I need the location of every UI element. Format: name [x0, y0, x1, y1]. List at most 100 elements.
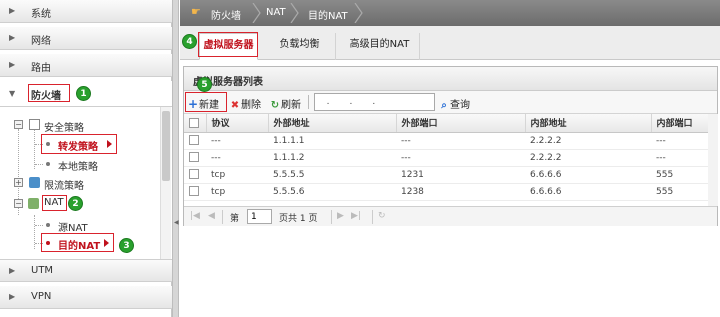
cell-external-ip: 5.5.5.5: [268, 166, 396, 184]
bullet-icon: [46, 223, 50, 227]
row-checkbox[interactable]: [189, 152, 199, 163]
table-row[interactable]: --- 1.1.1.1 --- 2.2.2.2 ---: [184, 132, 717, 150]
collapse-toggle-icon[interactable]: −: [14, 120, 23, 129]
cell-protocol: ---: [206, 132, 268, 150]
nav-section-label: 网络: [31, 36, 51, 47]
nav-section-network[interactable]: ▶ 网络: [0, 27, 172, 50]
row-checkbox[interactable]: [189, 135, 199, 146]
table-row[interactable]: tcp 5.5.5.5 1231 6.6.6.6 555: [184, 166, 717, 184]
step-badge-1: 1: [76, 86, 91, 101]
nav-section-label: 系统: [31, 9, 51, 20]
breadcrumb-separator-icon: [252, 3, 261, 23]
nav-section-label: UTM: [31, 265, 54, 276]
column-header-external-ip[interactable]: 外部地址: [268, 114, 397, 133]
step-badge-3: 3: [119, 238, 134, 253]
refresh-button[interactable]: ↻ 刷新: [270, 96, 301, 111]
next-page-icon[interactable]: ▶: [337, 211, 344, 221]
collapse-toggle-icon[interactable]: −: [14, 199, 23, 208]
cell-internal-ip: 6.6.6.6: [525, 183, 651, 201]
splitter-grip-icon: ◀: [174, 219, 179, 226]
cell-internal-ip: 2.2.2.2: [525, 149, 651, 167]
breadcrumb-item-nat[interactable]: NAT: [266, 7, 286, 18]
table-row[interactable]: tcp 5.5.5.6 1238 6.6.6.6 555: [184, 183, 717, 201]
cell-internal-port: 555: [651, 183, 717, 201]
cell-external-port: 1231: [396, 166, 525, 184]
tab-advanced-dest-nat[interactable]: 高级目的NAT: [340, 33, 420, 60]
highlight-box-nat: [42, 195, 67, 211]
tree-item-rate-limit[interactable]: 限流策略: [44, 177, 84, 192]
select-all-cell[interactable]: [184, 114, 207, 133]
tab-bar: 虚拟服务器 负载均衡 高级目的NAT 4: [180, 26, 720, 60]
column-header-internal-ip[interactable]: 内部地址: [525, 114, 652, 133]
expand-toggle-icon[interactable]: +: [14, 178, 23, 187]
prev-page-icon[interactable]: ◀: [208, 211, 215, 221]
page-suffix: 页共 1 页: [279, 214, 318, 224]
delete-button[interactable]: ✖ 删除: [230, 96, 261, 111]
breadcrumb-item-firewall[interactable]: 防火墙: [211, 7, 241, 22]
cell-external-port: ---: [396, 149, 525, 167]
nat-icon: [28, 198, 39, 209]
cell-protocol: tcp: [206, 183, 268, 201]
list-title-bar: 虚拟服务器列表: [184, 67, 717, 91]
step-badge-2: 2: [68, 196, 83, 211]
column-header-external-port[interactable]: 外部端口: [396, 114, 526, 133]
collapse-arrow-icon: ▼: [9, 89, 16, 98]
search-button[interactable]: ⌕ 查询: [439, 96, 470, 111]
tree-item-local-policy[interactable]: 本地策略: [58, 158, 98, 173]
firewall-tree: − 安全策略 转发策略 本地策略 + 限流策略 − NAT 2 源NAT 目的N…: [0, 107, 172, 259]
left-nav: ▶ 系统 ▶ 网络 ▶ 路由 ▼ 防火墙 1 − 安全策略 转发策略 本地策略 …: [0, 0, 172, 317]
cell-protocol: tcp: [206, 166, 268, 184]
highlight-box-forward: [41, 134, 117, 154]
breadcrumb-item-dest-nat: 目的NAT: [308, 11, 348, 22]
row-checkbox[interactable]: [189, 169, 199, 180]
cell-internal-port: ---: [651, 132, 717, 150]
nav-section-utm[interactable]: ▶ UTM: [0, 259, 172, 282]
pager-refresh-icon[interactable]: ↻: [378, 211, 386, 221]
nav-section-vpn[interactable]: ▶ VPN: [0, 286, 172, 309]
cell-internal-ip: 2.2.2.2: [525, 132, 651, 150]
cell-internal-ip: 6.6.6.6: [525, 166, 651, 184]
home-hand-icon: ☛: [191, 5, 201, 18]
toolbar-separator: [308, 95, 309, 109]
highlight-box-new: [185, 92, 227, 112]
refresh-icon: ↻: [270, 100, 280, 111]
tree-item-source-nat[interactable]: 源NAT: [58, 219, 88, 234]
last-page-icon[interactable]: ▶|: [351, 211, 361, 221]
cell-internal-port: ---: [651, 149, 717, 167]
page-number-input[interactable]: [247, 209, 272, 224]
tree-item-security-policy[interactable]: 安全策略: [44, 119, 84, 134]
row-checkbox[interactable]: [189, 186, 199, 197]
nav-section-system[interactable]: ▶ 系统: [0, 0, 172, 23]
expand-arrow-icon: ▶: [9, 60, 16, 69]
refresh-button-label: 刷新: [281, 100, 301, 111]
highlight-box-tab: [198, 32, 258, 57]
table-scrollbar[interactable]: [708, 114, 718, 206]
cell-external-port: 1238: [396, 183, 525, 201]
nav-section-routing[interactable]: ▶ 路由: [0, 54, 172, 77]
step-badge-5: 5: [197, 77, 212, 92]
search-icon: ⌕: [441, 100, 447, 111]
expand-arrow-icon: ▶: [9, 266, 16, 275]
nav-section-label: VPN: [31, 291, 52, 302]
search-input[interactable]: [314, 93, 435, 111]
column-header-protocol[interactable]: 协议: [206, 114, 269, 133]
panel-splitter[interactable]: ◀: [172, 0, 179, 317]
tab-load-balance[interactable]: 负载均衡: [264, 33, 336, 60]
step-badge-4: 4: [182, 34, 197, 49]
table-row[interactable]: --- 1.1.1.2 --- 2.2.2.2 ---: [184, 149, 717, 167]
cell-external-ip: 1.1.1.2: [268, 149, 396, 167]
pager: |◀ ◀ 第 页共 1 页 ▶ ▶| ↻: [184, 206, 717, 226]
cell-internal-port: 555: [651, 166, 717, 184]
highlight-box-dest-nat: [41, 233, 114, 252]
cell-protocol: ---: [206, 149, 268, 167]
virtual-server-table: 协议 外部地址 外部端口 内部地址 内部端口 --- 1.1.1.1 --- 2…: [184, 114, 717, 201]
column-header-internal-port[interactable]: 内部端口: [651, 114, 717, 133]
page-prefix: 第: [230, 214, 240, 224]
nav-section-label: 路由: [31, 63, 51, 74]
select-all-checkbox[interactable]: [189, 117, 199, 128]
first-page-icon[interactable]: |◀: [190, 211, 200, 221]
table-header-row: 协议 外部地址 外部端口 内部地址 内部端口: [184, 114, 717, 133]
list-toolbar: +新建 ✖删除 ↻刷新 ⌕查询: [184, 91, 717, 114]
nav-scrollbar[interactable]: [160, 107, 171, 259]
document-icon: [29, 119, 40, 130]
